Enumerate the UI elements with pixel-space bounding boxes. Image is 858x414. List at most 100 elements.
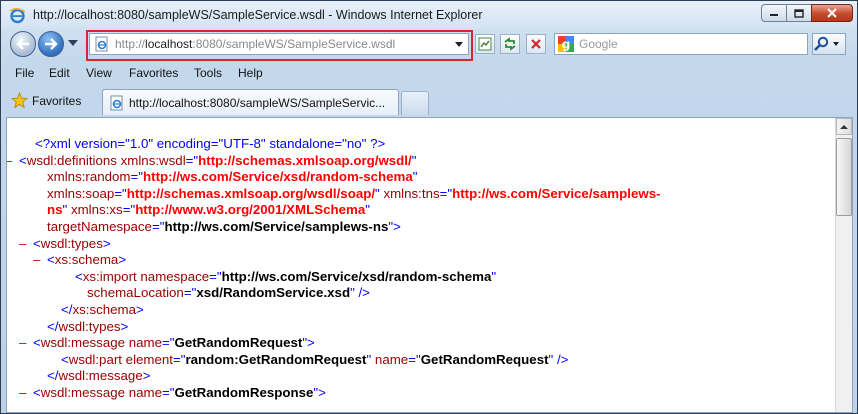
xml-token: =" bbox=[130, 169, 144, 185]
address-dropdown-icon[interactable] bbox=[455, 42, 463, 47]
menu-bar: File Edit View Favorites Tools Help bbox=[1, 63, 857, 83]
xml-token: =" bbox=[183, 285, 197, 301]
xml-token: xs:schema bbox=[54, 252, 119, 268]
scroll-up-button[interactable] bbox=[836, 118, 852, 135]
xml-token: schemaLocation bbox=[87, 285, 184, 301]
favorites-button[interactable]: Favorites bbox=[11, 92, 81, 109]
xml-token: =" bbox=[185, 152, 199, 168]
menu-tools[interactable]: Tools bbox=[194, 63, 222, 80]
search-placeholder[interactable]: Google bbox=[579, 37, 618, 51]
refresh-button[interactable] bbox=[500, 34, 520, 54]
menu-favorites[interactable]: Favorites bbox=[129, 63, 178, 80]
xml-token: < bbox=[33, 235, 41, 251]
xml-line: targetNamespace="http://ws.com/Service/s… bbox=[7, 219, 661, 236]
xml-token: =" bbox=[209, 268, 222, 284]
search-box[interactable]: g Google bbox=[554, 33, 808, 55]
xml-token: wsdl:message bbox=[40, 335, 126, 351]
forward-button[interactable] bbox=[38, 31, 64, 57]
xml-token: name bbox=[371, 351, 409, 367]
star-icon bbox=[11, 92, 28, 109]
tab-label: http://localhost:8080/sampleWS/SampleSer… bbox=[129, 95, 386, 110]
scroll-thumb[interactable] bbox=[836, 138, 852, 216]
search-button[interactable] bbox=[812, 33, 846, 55]
navigation-bar: http://localhost:8080/sampleWS/SampleSer… bbox=[1, 29, 857, 61]
xml-line: </xs:schema> bbox=[7, 302, 661, 319]
xml-token: =" bbox=[151, 218, 165, 234]
xml-line: – <xs:schema> bbox=[7, 252, 661, 269]
window-title: http://localhost:8080/sampleWS/SampleSer… bbox=[33, 8, 483, 22]
collapse-toggle[interactable]: – bbox=[19, 335, 33, 352]
xml-token: xsd/RandomService.xsd bbox=[196, 285, 351, 301]
xml-token: "> bbox=[313, 384, 326, 400]
tab-current-page[interactable]: http://localhost:8080/sampleWS/SampleSer… bbox=[102, 89, 399, 115]
xml-token: wsdl:message bbox=[58, 368, 143, 384]
xml-token: xs:import bbox=[82, 268, 137, 284]
minimize-icon bbox=[770, 14, 778, 16]
ie-page-icon bbox=[95, 36, 108, 52]
xml-token: "> bbox=[388, 218, 401, 234]
compatibility-view-button[interactable] bbox=[475, 34, 495, 54]
xml-line: </wsdl:types> bbox=[7, 319, 661, 336]
xml-token: <?xml version="1.0" encoding="UTF-8" sta… bbox=[35, 136, 386, 151]
xml-document: <?xml version="1.0" encoding="UTF-8" sta… bbox=[7, 136, 661, 402]
xml-token: </ bbox=[61, 301, 73, 317]
xml-token: xmlns:random bbox=[47, 169, 131, 185]
xml-line: schemaLocation="xsd/RandomService.xsd" /… bbox=[7, 285, 661, 302]
stop-icon bbox=[531, 39, 541, 49]
xml-token: > bbox=[102, 235, 111, 251]
minimize-button[interactable] bbox=[761, 4, 787, 22]
address-url[interactable]: http://localhost:8080/sampleWS/SampleSer… bbox=[115, 37, 395, 51]
new-tab-button[interactable] bbox=[401, 91, 429, 115]
recent-pages-dropdown[interactable] bbox=[68, 40, 78, 46]
xml-token: http://schemas.xmlsoap.org/wsdl/soap/ bbox=[126, 185, 376, 201]
xml-token: > bbox=[142, 368, 151, 384]
menu-edit[interactable]: Edit bbox=[49, 63, 70, 80]
xml-token: < bbox=[33, 335, 41, 351]
xml-token: " bbox=[412, 169, 418, 185]
xml-token: < bbox=[61, 351, 69, 367]
xml-token: =" bbox=[439, 185, 453, 201]
xml-token: name bbox=[125, 335, 162, 351]
scroll-up-arrow-icon bbox=[840, 124, 848, 129]
collapse-toggle[interactable]: – bbox=[7, 153, 19, 170]
xml-token: namespace bbox=[136, 268, 210, 284]
xml-token: targetNamespace bbox=[47, 218, 152, 234]
xml-line: – <wsdl:definitions xmlns:wsdl="http://s… bbox=[7, 153, 661, 170]
xml-token: " bbox=[411, 152, 417, 168]
vertical-scrollbar[interactable] bbox=[835, 118, 852, 412]
back-arrow-icon bbox=[16, 38, 29, 50]
svg-text:g: g bbox=[562, 38, 571, 52]
xml-token: < bbox=[75, 268, 83, 284]
xml-token: " /> bbox=[548, 351, 569, 367]
xml-token: > bbox=[120, 318, 129, 334]
collapse-toggle[interactable]: – bbox=[33, 252, 47, 269]
xml-line: <wsdl:part element="random:GetRandomRequ… bbox=[7, 352, 661, 369]
menu-help[interactable]: Help bbox=[238, 63, 263, 80]
back-button[interactable] bbox=[10, 31, 36, 57]
close-button[interactable] bbox=[811, 4, 853, 22]
xml-token: " bbox=[491, 268, 497, 284]
close-icon bbox=[827, 8, 837, 18]
menu-view[interactable]: View bbox=[86, 63, 112, 80]
collapse-toggle[interactable]: – bbox=[19, 385, 33, 402]
window-controls bbox=[761, 4, 853, 22]
xml-token: wsdl:types bbox=[40, 235, 103, 251]
maximize-button[interactable] bbox=[786, 4, 812, 22]
xml-token: =" bbox=[161, 384, 175, 400]
xml-line: xmlns:soap="http://schemas.xmlsoap.org/w… bbox=[7, 186, 661, 203]
xml-line: <xs:import namespace="http://ws.com/Serv… bbox=[7, 269, 661, 286]
xml-line: xmlns:random="http://ws.com/Service/xsd/… bbox=[7, 169, 661, 186]
address-bar[interactable]: http://localhost:8080/sampleWS/SampleSer… bbox=[89, 33, 469, 55]
xml-token: GetRandomRequest bbox=[174, 335, 303, 351]
menu-file[interactable]: File bbox=[15, 63, 34, 80]
collapse-toggle[interactable]: – bbox=[19, 236, 33, 253]
xml-line: – <wsdl:message name="GetRandomResponse"… bbox=[7, 385, 661, 402]
stop-button[interactable] bbox=[526, 34, 546, 54]
xml-token: </ bbox=[47, 318, 59, 334]
refresh-icon bbox=[504, 37, 516, 51]
ie-logo-icon bbox=[9, 7, 26, 24]
xml-line: – <wsdl:types> bbox=[7, 236, 661, 253]
search-options-dropdown-icon[interactable] bbox=[833, 42, 839, 46]
xml-token: http://ws.com/Service/xsd/random-schema bbox=[221, 268, 492, 284]
tab-bar: Favorites http://localhost:8080/sampleWS… bbox=[1, 87, 857, 115]
